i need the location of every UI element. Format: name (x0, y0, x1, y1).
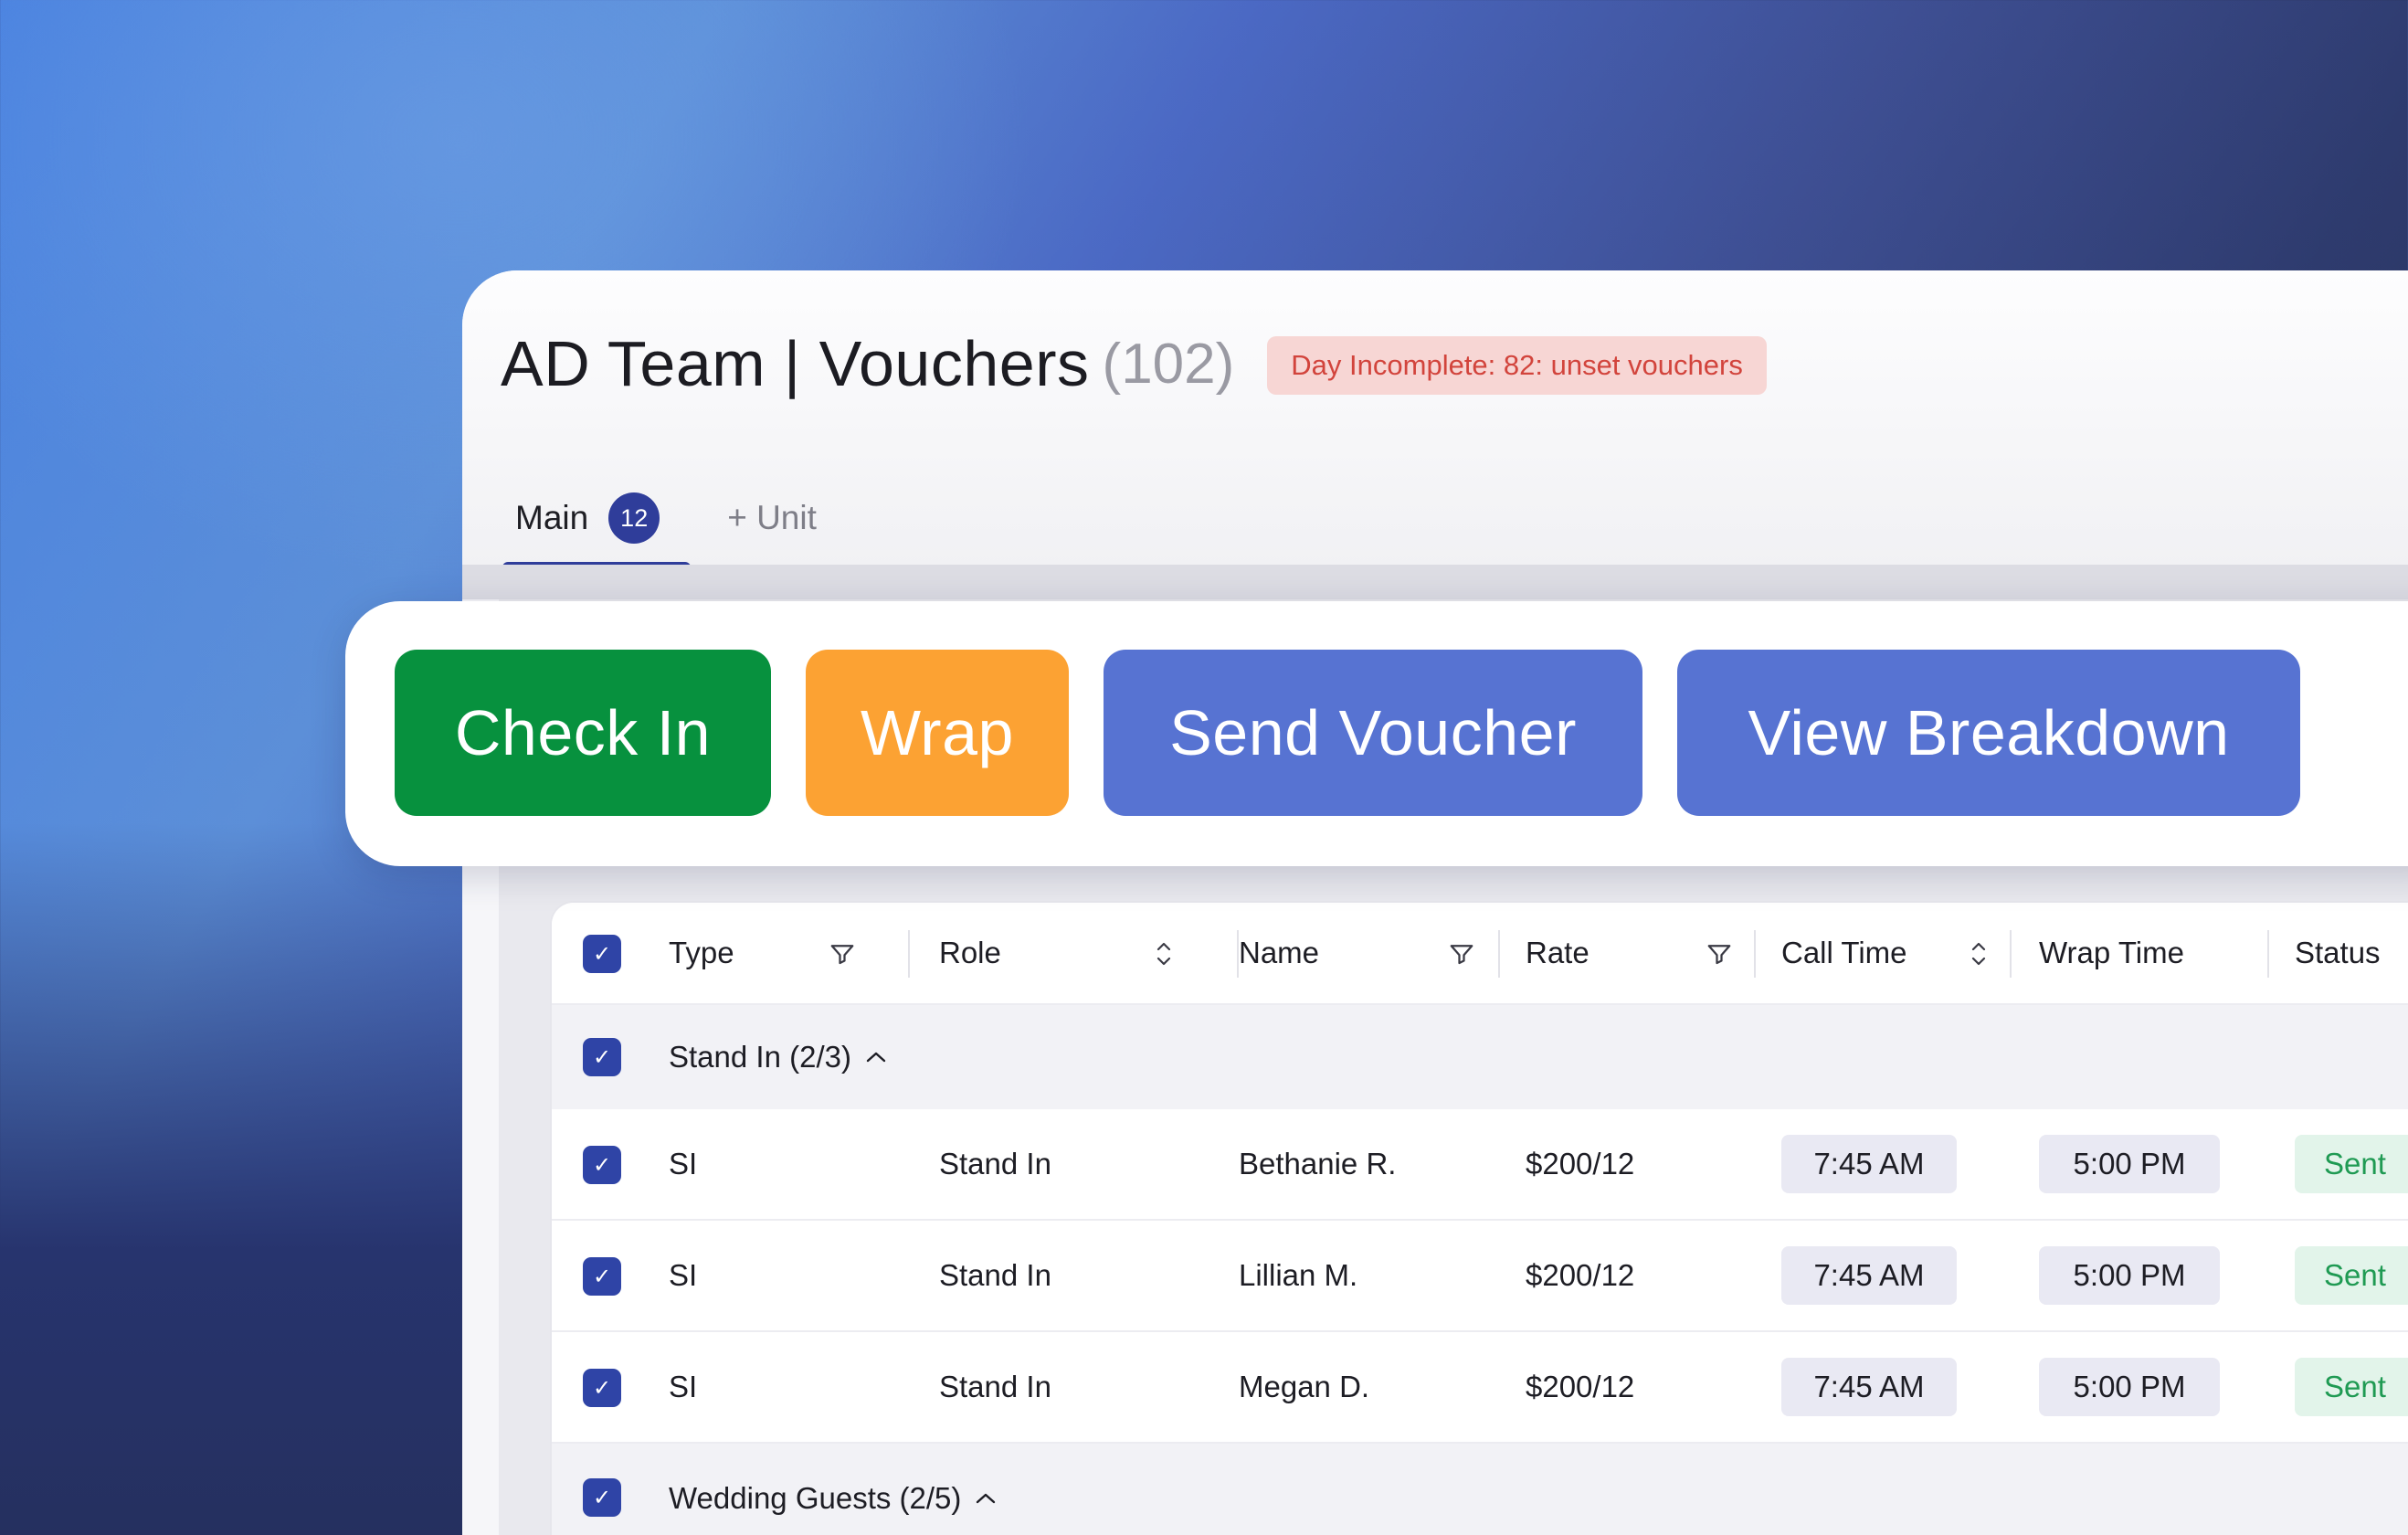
column-separator (2267, 930, 2269, 978)
status-badge: Sent (2295, 1246, 2408, 1305)
chevron-up-icon[interactable] (974, 1490, 998, 1507)
group-header: Wedding Guests (2/5) (669, 1444, 998, 1535)
header-divider (462, 565, 2408, 599)
table-row[interactable]: ✓ SI Stand In Megan D. $200/12 7:45 AM 5… (552, 1332, 2408, 1444)
column-header-rate[interactable]: Rate (1526, 903, 1589, 1003)
group-row-stand-in[interactable]: ✓ Stand In (2/3) (552, 1005, 2408, 1109)
wrap-time-field[interactable]: 5:00 PM (2039, 1135, 2220, 1193)
send-voucher-button[interactable]: Send Voucher (1104, 650, 1642, 816)
chevron-up-icon[interactable] (864, 1049, 888, 1065)
sort-icon[interactable] (1962, 936, 1995, 972)
view-breakdown-button[interactable]: View Breakdown (1677, 650, 2300, 816)
sort-icon[interactable] (1147, 936, 1180, 972)
column-header-call-time[interactable]: Call Time (1781, 903, 1907, 1003)
filter-icon[interactable] (1445, 937, 1478, 970)
column-separator (2010, 930, 2012, 978)
group-label: Wedding Guests (2/5) (669, 1481, 962, 1515)
column-header-type[interactable]: Type (669, 903, 734, 1003)
status-badge: Sent (2295, 1358, 2408, 1416)
table-header-row: ✓ Type Role Name Rate Call Time Wrap Tim… (552, 903, 2408, 1005)
tab-main-count-badge: 12 (608, 492, 660, 544)
column-separator (1498, 930, 1500, 978)
wrap-button[interactable]: Wrap (806, 650, 1069, 816)
title-row: AD Team | Vouchers (102) Day Incomplete:… (501, 327, 1767, 400)
row-checkbox[interactable]: ✓ (583, 1369, 621, 1407)
select-all-checkbox[interactable]: ✓ (583, 935, 621, 973)
cell-role: Stand In (939, 1258, 1051, 1292)
page-title: AD Team | Vouchers (501, 328, 1090, 399)
column-header-role[interactable]: Role (939, 903, 1001, 1003)
cell-name: Megan D. (1239, 1370, 1370, 1403)
group-checkbox[interactable]: ✓ (583, 1038, 621, 1076)
column-header-name[interactable]: Name (1239, 903, 1319, 1003)
voucher-count: (102) (1102, 332, 1235, 396)
page-header: AD Team | Vouchers (102) Day Incomplete:… (462, 270, 2408, 568)
column-separator (1754, 930, 1756, 978)
cell-rate: $200/12 (1526, 1370, 1635, 1403)
action-bar: Check In Wrap Send Voucher View Breakdow… (345, 601, 2408, 866)
cell-name: Lillian M. (1239, 1258, 1358, 1292)
row-checkbox[interactable]: ✓ (583, 1146, 621, 1184)
check-in-button[interactable]: Check In (395, 650, 771, 816)
column-header-wrap-time[interactable]: Wrap Time (2039, 903, 2184, 1003)
row-checkbox[interactable]: ✓ (583, 1257, 621, 1296)
table-row[interactable]: ✓ SI Stand In Lillian M. $200/12 7:45 AM… (552, 1221, 2408, 1332)
group-checkbox[interactable]: ✓ (583, 1478, 621, 1517)
filter-icon[interactable] (826, 937, 859, 970)
tab-bar: Main 12 + Unit (499, 468, 817, 568)
table-row[interactable]: ✓ SI Stand In Bethanie R. $200/12 7:45 A… (552, 1109, 2408, 1221)
cell-role: Stand In (939, 1370, 1051, 1403)
group-row-wedding-guests[interactable]: ✓ Wedding Guests (2/5) (552, 1444, 2408, 1535)
tab-main[interactable]: Main 12 (499, 468, 692, 568)
column-separator (908, 930, 910, 978)
cell-name: Bethanie R. (1239, 1147, 1397, 1180)
wrap-time-field[interactable]: 5:00 PM (2039, 1358, 2220, 1416)
group-label: Stand In (2/3) (669, 1040, 851, 1074)
cell-rate: $200/12 (1526, 1258, 1635, 1292)
group-header: Stand In (2/3) (669, 1005, 888, 1109)
call-time-field[interactable]: 7:45 AM (1781, 1246, 1957, 1305)
wrap-time-field[interactable]: 5:00 PM (2039, 1246, 2220, 1305)
call-time-field[interactable]: 7:45 AM (1781, 1358, 1957, 1416)
vouchers-table: ✓ Type Role Name Rate Call Time Wrap Tim… (550, 901, 2408, 1535)
day-incomplete-badge: Day Incomplete: 82: unset vouchers (1267, 336, 1767, 395)
cell-type: SI (669, 1147, 698, 1180)
column-header-status[interactable]: Status (2295, 903, 2381, 1003)
tab-main-label: Main (515, 499, 589, 536)
cell-type: SI (669, 1370, 698, 1403)
cell-rate: $200/12 (1526, 1147, 1635, 1180)
status-badge: Sent (2295, 1135, 2408, 1193)
call-time-field[interactable]: 7:45 AM (1781, 1135, 1957, 1193)
tab-add-unit[interactable]: + Unit (727, 499, 817, 537)
cell-type: SI (669, 1258, 698, 1292)
cell-role: Stand In (939, 1147, 1051, 1180)
filter-icon[interactable] (1703, 937, 1736, 970)
